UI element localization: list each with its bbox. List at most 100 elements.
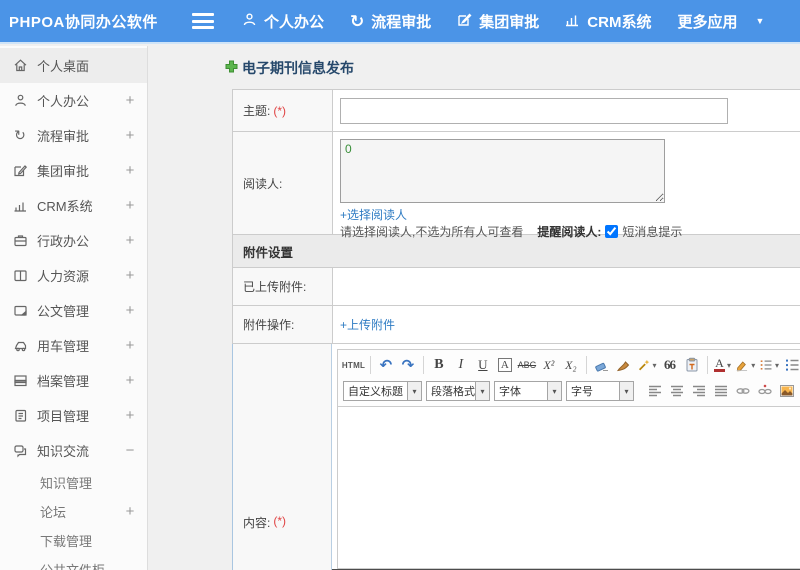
nav-workflow-approval[interactable]: ↻ 流程审批 <box>350 11 431 32</box>
unlink-icon <box>758 384 772 395</box>
top-header: PHPOA协同办公软件 个人办公 ↻ 流程审批 集团审批 CRM系统 更多应用 <box>0 0 800 44</box>
sms-remind-checkbox[interactable] <box>605 225 619 238</box>
align-center-button[interactable] <box>667 381 687 401</box>
sidebar-subitem-forum[interactable]: 论坛 + <box>0 497 147 526</box>
sidebar-item-personal-desktop[interactable]: 个人桌面 <box>0 48 147 83</box>
unordered-list-icon <box>786 359 799 371</box>
nav-crm-system[interactable]: CRM系统 <box>565 11 651 32</box>
top-nav: 个人办公 ↻ 流程审批 集团审批 CRM系统 更多应用 ▼ <box>242 11 764 32</box>
font-color-button[interactable]: A ▾ <box>712 355 732 375</box>
custom-title-select[interactable]: 自定义标题 ▾ <box>343 381 422 401</box>
eraser-icon <box>595 362 608 372</box>
link-icon <box>736 388 750 394</box>
sidebar-item-archive-management[interactable]: 档案管理 + <box>0 363 147 398</box>
sidebar-item-crm-system[interactable]: CRM系统 + <box>0 188 147 223</box>
subject-row: 主题: (*) <box>233 90 800 132</box>
upload-attachment-link[interactable]: +上传附件 <box>340 316 395 333</box>
bar-chart-icon <box>565 12 580 31</box>
image-icon <box>780 385 794 397</box>
sidebar-subitem-download-management[interactable]: 下载管理 <box>0 526 147 555</box>
hamburger-menu-icon[interactable] <box>192 13 214 29</box>
brush-icon <box>616 361 629 372</box>
paragraph-format-select[interactable]: 段落格式 ▾ <box>426 381 490 401</box>
chevron-down-icon: ▾ <box>407 382 421 400</box>
font-family-select[interactable]: 字体 ▾ <box>494 381 562 401</box>
font-size-select[interactable]: 字号 ▾ <box>566 381 634 401</box>
required-mark: (*) <box>273 514 287 528</box>
uploaded-attachments-row: 已上传附件: <box>233 268 800 306</box>
sidebar-subitem-knowledge-management[interactable]: 知识管理 <box>0 468 147 497</box>
sms-remind-label: 短消息提示 <box>622 225 683 239</box>
chevron-down-icon: ▾ <box>475 382 489 400</box>
book-icon <box>12 268 28 284</box>
highlighter-icon <box>737 361 748 372</box>
sidebar-item-human-resources[interactable]: 人力资源 + <box>0 258 147 293</box>
insert-link-button[interactable] <box>733 381 753 401</box>
more-apps-caret-icon[interactable]: ▼ <box>755 16 764 26</box>
subject-input[interactable] <box>340 97 728 124</box>
align-justify-icon <box>715 385 727 397</box>
html-source-button[interactable]: HTML <box>342 355 365 375</box>
readers-label: 阅读人: <box>243 176 283 191</box>
sidebar-item-group-approval[interactable]: 集团审批 + <box>0 153 147 188</box>
blockquote-button[interactable]: 66 <box>660 355 680 375</box>
quick-format-button[interactable]: ▾ <box>636 355 658 375</box>
editor-content-area[interactable] <box>337 407 800 569</box>
ordered-list-button[interactable]: ▾ <box>758 355 780 375</box>
attachment-operation-row: 附件操作: +上传附件 <box>233 306 800 344</box>
sidebar-item-knowledge-exchange[interactable]: 知识交流 − <box>0 433 147 468</box>
app-window: PHPOA协同办公软件 个人办公 ↻ 流程审批 集团审批 CRM系统 更多应用 <box>0 0 800 570</box>
format-brush-button[interactable] <box>614 355 634 375</box>
sidebar-item-document-management[interactable]: 公文管理 + <box>0 293 147 328</box>
align-right-button[interactable] <box>689 381 709 401</box>
align-center-icon <box>671 385 683 397</box>
italic-button[interactable]: I <box>451 355 471 375</box>
workflow-icon: ↻ <box>14 127 26 143</box>
sidebar-item-personal-office[interactable]: 个人办公 + <box>0 83 147 118</box>
paste-text-button[interactable] <box>682 355 702 375</box>
superscript-button[interactable]: X² <box>539 355 559 375</box>
document-icon <box>12 303 28 319</box>
undo-button[interactable]: ↶ <box>376 355 396 375</box>
underline-button[interactable]: U <box>473 355 493 375</box>
chevron-down-icon: ▾ <box>652 360 657 370</box>
nav-group-approval[interactable]: 集团审批 <box>457 11 539 32</box>
align-justify-button[interactable] <box>711 381 731 401</box>
highlight-color-button[interactable]: ▾ <box>734 355 756 375</box>
nav-more-apps[interactable]: 更多应用 <box>677 11 737 32</box>
color-bar <box>713 369 725 372</box>
clipboard-icon <box>686 357 698 372</box>
bar-chart-icon <box>12 198 28 214</box>
subject-label: 主题: <box>243 104 271 118</box>
chevron-down-icon: ▾ <box>775 360 780 370</box>
insert-image-button[interactable] <box>777 381 797 401</box>
ordered-list-icon <box>760 360 772 370</box>
unordered-list-button[interactable] <box>782 355 800 375</box>
nav-personal-office[interactable]: 个人办公 <box>242 11 324 32</box>
car-icon <box>12 338 28 354</box>
main-content: 电子期刊信息发布 主题: (*) 阅读人: 0 +选择阅读人 请选择阅读人,不选… <box>149 46 800 570</box>
bold-button[interactable]: B <box>429 355 449 375</box>
readers-row: 阅读人: 0 +选择阅读人 请选择阅读人,不选为所有人可查看 提醒阅读人: 短消… <box>233 132 800 239</box>
subscript-button[interactable]: X₂ <box>561 355 581 375</box>
border-text-button[interactable]: A <box>495 355 515 375</box>
sidebar-subitem-public-file-cabinet[interactable]: 公共文件柜 <box>0 555 147 570</box>
align-left-icon <box>649 385 661 397</box>
redo-button[interactable]: ↷ <box>398 355 418 375</box>
sidebar-item-vehicle-management[interactable]: 用车管理 + <box>0 328 147 363</box>
remove-format-button[interactable] <box>592 355 612 375</box>
sidebar-item-workflow-approval[interactable]: ↻ 流程审批 + <box>0 118 147 153</box>
sidebar: 个人桌面 个人办公 + ↻ 流程审批 + 集团审批 + CRM系统 + 行政办公… <box>0 46 148 570</box>
person-icon <box>242 12 257 31</box>
strikethrough-button[interactable]: ABC <box>517 355 537 375</box>
remove-link-button[interactable] <box>755 381 775 401</box>
sidebar-item-project-management[interactable]: 项目管理 + <box>0 398 147 433</box>
green-plus-icon <box>225 60 238 76</box>
briefcase-icon <box>12 233 28 249</box>
content-row: 内容: (*) HTML ↶ ↷ B I U A ABC X² X₂ ▾ 66 … <box>232 344 800 570</box>
align-left-button[interactable] <box>645 381 665 401</box>
select-readers-link[interactable]: +选择阅读人 <box>340 208 407 222</box>
remind-readers-label: 提醒阅读人: <box>537 225 602 239</box>
readers-textarea[interactable]: 0 <box>340 139 665 203</box>
sidebar-item-admin-office[interactable]: 行政办公 + <box>0 223 147 258</box>
